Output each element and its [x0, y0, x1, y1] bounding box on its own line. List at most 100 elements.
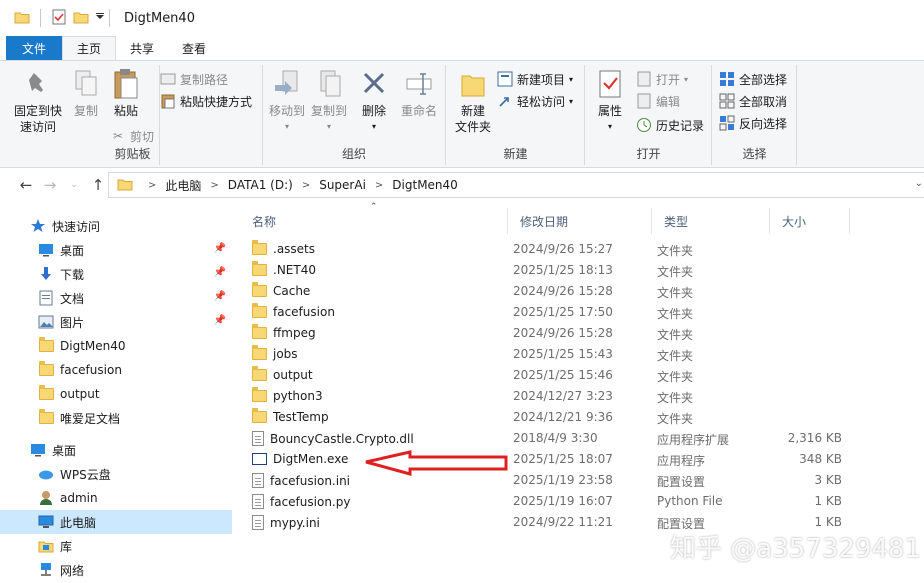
file-row[interactable]: .assets 2024/9/26 15:27 文件夹: [240, 240, 924, 261]
customize-dropdown-icon[interactable]: [95, 11, 105, 25]
nav-admin-label: admin: [60, 491, 98, 505]
back-arrow-icon[interactable]: ←: [14, 176, 38, 194]
nav-library-label: 库: [60, 539, 73, 554]
pin-icon[interactable]: 📌: [214, 267, 226, 278]
copy-path-icon: [160, 71, 176, 87]
nav-this-pc[interactable]: 此电脑: [0, 510, 232, 534]
folder-icon: [38, 337, 54, 354]
cloud-icon: [38, 466, 54, 482]
cut-button[interactable]: ✂ 剪切: [110, 126, 154, 146]
select-none-button[interactable]: 全部取消: [719, 91, 787, 111]
file-name: facefusion: [273, 305, 335, 319]
file-row[interactable]: BouncyCastle.Crypto.dll 2018/4/9 3:30 应用程序…: [240, 429, 924, 450]
file-type: 文件夹: [657, 265, 694, 279]
nav-item-downloads[interactable]: 下载 📌: [0, 262, 232, 286]
file-type: 文件夹: [657, 328, 694, 342]
nav-item-documents[interactable]: 文档 📌: [0, 286, 232, 310]
file-row[interactable]: facefusion 2025/1/25 17:50 文件夹: [240, 303, 924, 324]
file-icon: [252, 473, 264, 488]
nav-item-output[interactable]: output: [0, 382, 232, 406]
nav-network[interactable]: 网络: [0, 558, 232, 582]
pin-icon[interactable]: 📌: [214, 243, 226, 254]
folder-icon: [38, 361, 54, 378]
nav-item-facefusion[interactable]: facefusion: [0, 358, 232, 382]
select-all-button[interactable]: 全部选择: [719, 69, 787, 89]
file-row[interactable]: facefusion.ini 2025/1/19 23:58 配置设置 3 KB: [240, 471, 924, 492]
file-row[interactable]: DigtMen.exe 2025/1/25 18:07 应用程序 348 KB: [240, 450, 924, 471]
new-folder-icon[interactable]: [73, 10, 89, 27]
tab-file[interactable]: 文件: [6, 36, 63, 60]
file-row[interactable]: output 2025/1/25 15:46 文件夹: [240, 366, 924, 387]
file-row[interactable]: ffmpeg 2024/9/26 15:28 文件夹: [240, 324, 924, 345]
nav-item-digtmen40[interactable]: DigtMen40: [0, 334, 232, 358]
forward-arrow-icon[interactable]: →: [38, 176, 62, 194]
breadcrumb: > 此电脑 > DATA1 (D:) > SuperAi > DigtMen40: [139, 177, 458, 194]
open-group-label: 打开: [636, 147, 661, 161]
nav-wps-cloud[interactable]: WPS云盘: [0, 462, 232, 486]
recent-locations-chevron-icon[interactable]: ⌄: [62, 180, 86, 190]
file-row[interactable]: Cache 2024/9/26 15:28 文件夹: [240, 282, 924, 303]
move-to-button[interactable]: 移动到 ▾: [267, 67, 307, 135]
pin-icon[interactable]: 📌: [214, 315, 226, 326]
file-row[interactable]: jobs 2025/1/25 15:43 文件夹: [240, 345, 924, 366]
file-row[interactable]: facefusion.py 2025/1/19 16:07 Python File 1…: [240, 492, 924, 513]
nav-quick-access[interactable]: 快速访问: [0, 214, 232, 238]
nav-desktop-root[interactable]: 桌面: [0, 438, 232, 462]
file-name: ffmpeg: [273, 326, 316, 340]
nav-library[interactable]: 库: [0, 534, 232, 558]
file-size: 3 KB: [814, 473, 842, 487]
up-arrow-icon[interactable]: ↑: [86, 176, 110, 194]
nav-item-pictures[interactable]: 图片 📌: [0, 310, 232, 334]
file-type: Python File: [657, 494, 723, 508]
column-header-name[interactable]: 名称: [240, 208, 508, 234]
new-folder-button[interactable]: 新建 文件夹: [453, 67, 493, 135]
properties-button[interactable]: 属性 ▾: [592, 67, 628, 135]
copy-button[interactable]: 复制: [70, 67, 102, 119]
breadcrumb-this-pc[interactable]: 此电脑: [165, 177, 201, 194]
file-row[interactable]: python3 2024/12/27 3:23 文件夹: [240, 387, 924, 408]
file-row[interactable]: .NET40 2025/1/25 18:13 文件夹: [240, 261, 924, 282]
folder-icon: [252, 345, 267, 360]
file-type: 应用程序: [657, 454, 706, 468]
history-button[interactable]: 历史记录: [636, 115, 704, 135]
pin-icon[interactable]: 📌: [214, 291, 226, 302]
pin-to-quick-access-button[interactable]: 固定到快 速访问: [10, 67, 66, 135]
column-header-type[interactable]: 类型: [652, 208, 770, 234]
tab-home[interactable]: 主页: [62, 36, 117, 60]
file-date: 2025/1/25 15:43: [513, 347, 613, 361]
new-item-label: 新建项目: [517, 72, 566, 87]
easy-access-button[interactable]: 轻松访问 ▾: [497, 91, 573, 111]
nav-desktop-label: 桌面: [52, 443, 77, 458]
nav-item-documents-folder[interactable]: 唯爱足文档: [0, 406, 232, 430]
chevron-down-icon: ▾: [684, 74, 689, 84]
properties-icon[interactable]: [51, 9, 67, 28]
address-bar[interactable]: > 此电脑 > DATA1 (D:) > SuperAi > DigtMen40…: [108, 172, 924, 198]
address-dropdown-icon[interactable]: ⌄: [915, 178, 923, 189]
breadcrumb-drive[interactable]: DATA1 (D:): [228, 178, 293, 192]
paste-shortcut-button[interactable]: 粘贴快捷方式: [160, 91, 252, 111]
breadcrumb-digtmen40[interactable]: DigtMen40: [392, 178, 458, 192]
delete-button[interactable]: 删除 ▾: [359, 67, 389, 135]
open-button[interactable]: 打开 ▾: [636, 69, 688, 89]
divider: [40, 9, 41, 27]
nav-admin[interactable]: admin: [0, 486, 232, 510]
column-header-size[interactable]: 大小: [770, 208, 850, 234]
file-icon: [252, 431, 264, 446]
paste-button[interactable]: 粘贴: [110, 67, 142, 119]
file-row[interactable]: TestTemp 2024/12/21 9:36 文件夹: [240, 408, 924, 429]
copy-to-button[interactable]: 复制到 ▾: [309, 67, 349, 135]
tab-share[interactable]: 共享: [116, 36, 168, 60]
nav-item-desktop[interactable]: 桌面 📌: [0, 238, 232, 262]
organize-group-label: 组织: [341, 147, 366, 161]
invert-selection-icon: [719, 115, 735, 131]
copy-path-button[interactable]: 复制路径: [160, 69, 228, 89]
invert-selection-button[interactable]: 反向选择: [719, 113, 787, 133]
edit-button[interactable]: 编辑: [636, 91, 680, 111]
folder-icon: [252, 282, 267, 297]
new-item-button[interactable]: 新建项目 ▾: [497, 69, 573, 89]
file-date: 2024/9/22 11:21: [513, 515, 613, 529]
rename-button[interactable]: 重命名: [399, 67, 439, 119]
tab-view[interactable]: 查看: [168, 36, 220, 60]
breadcrumb-superai[interactable]: SuperAi: [319, 178, 366, 192]
column-header-date[interactable]: 修改日期: [508, 208, 652, 234]
